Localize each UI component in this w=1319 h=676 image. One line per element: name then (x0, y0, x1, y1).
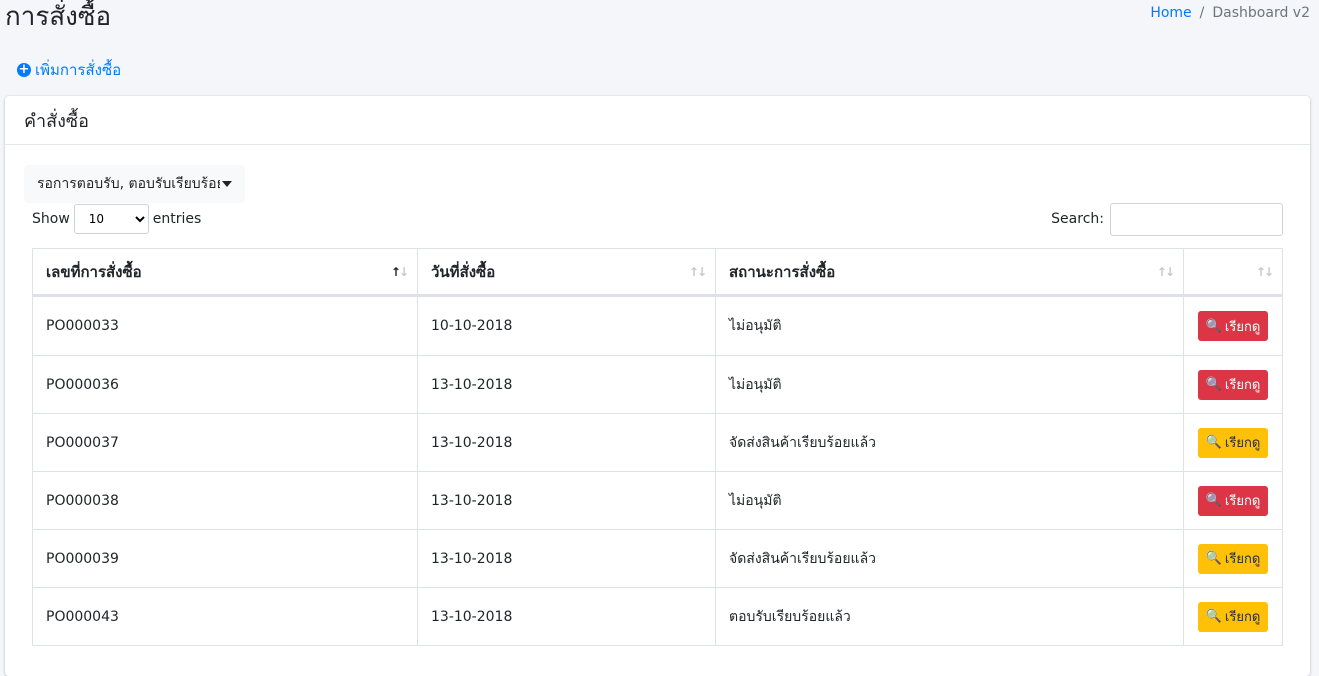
search-icon: 🔍 (1205, 609, 1222, 624)
column-header-status[interactable]: สถานะการสั่งซื้อ ↑↓ (716, 249, 1184, 297)
status-filter-dropdown[interactable]: รอการตอบรับ, ตอบรับเรียบร้อยแล้ว (24, 165, 245, 203)
order-status: ไม่อนุมัติ (716, 297, 1184, 355)
po-number: PO000037 (33, 413, 418, 471)
order-status: ไม่อนุมัติ (716, 471, 1184, 529)
status-filter-label: รอการตอบรับ, ตอบรับเรียบร้อยแล้ว (37, 176, 220, 192)
search-icon: 🔍 (1205, 318, 1222, 334)
view-button-label: เรียกดู (1224, 319, 1261, 335)
entries-label: entries (152, 211, 202, 227)
column-header-date[interactable]: วันที่สั่งซื้อ ↑↓ (418, 249, 716, 297)
table-row: PO000039 13-10-2018 จัดส่งสินค้าเรียบร้อ… (33, 529, 1282, 587)
show-label: Show (32, 211, 70, 227)
table-row: PO000043 13-10-2018 ตอบรับเรียบร้อยแล้ว … (33, 587, 1282, 645)
search-label: Search: (1051, 211, 1104, 227)
po-number: PO000039 (33, 529, 418, 587)
column-label: สถานะการสั่งซื้อ (729, 262, 836, 281)
table-row: PO000033 10-10-2018 ไม่อนุมัติ 🔍 เรียกดู (33, 297, 1282, 355)
view-button[interactable]: 🔍 เรียกดู (1197, 311, 1269, 341)
view-button[interactable]: 🔍 เรียกดู (1197, 601, 1269, 632)
view-button-label: เรียกดู (1224, 610, 1261, 625)
breadcrumb-separator: / (1199, 5, 1205, 21)
search-icon: 🔍 (1205, 377, 1222, 392)
search-icon: 🔍 (1205, 493, 1222, 508)
po-number: PO000036 (33, 355, 418, 413)
orders-card: คำสั่งซื้อ รอการตอบรับ, ตอบรับเรียบร้อยแ… (5, 96, 1310, 676)
order-status: ไม่อนุมัติ (716, 355, 1184, 413)
order-date: 10-10-2018 (418, 297, 716, 355)
breadcrumb: Home / Dashboard v2 (1150, 5, 1310, 21)
add-order-label: เพิ่มการสั่งซื้อ (35, 61, 122, 79)
order-date: 13-10-2018 (418, 471, 716, 529)
sort-icon: ↑↓ (1156, 265, 1175, 279)
view-button-label: เรียกดู (1224, 378, 1261, 393)
order-date: 13-10-2018 (418, 355, 716, 413)
table-row: PO000036 13-10-2018 ไม่อนุมัติ 🔍 เรียกดู (33, 355, 1282, 413)
table-row: PO000038 13-10-2018 ไม่อนุมัติ 🔍 เรียกดู (33, 471, 1282, 529)
view-button-label: เรียกดู (1224, 494, 1261, 509)
order-status: จัดส่งสินค้าเรียบร้อยแล้ว (716, 529, 1184, 587)
breadcrumb-current: Dashboard v2 (1212, 5, 1310, 21)
card-title: คำสั่งซื้อ (5, 96, 1310, 145)
order-date: 13-10-2018 (418, 413, 716, 471)
page-title: การสั่งซื้อ (5, 2, 112, 32)
view-button[interactable]: 🔍 เรียกดู (1197, 485, 1269, 516)
table-row: PO000037 13-10-2018 จัดส่งสินค้าเรียบร้อ… (33, 413, 1282, 471)
orders-table: เลขที่การสั่งซื้อ ↑↓ วันที่สั่งซื้อ ↑↓ ส… (32, 248, 1283, 646)
search-box: Search: (1051, 202, 1283, 236)
po-number: PO000038 (33, 471, 418, 529)
view-button-label: เรียกดู (1224, 552, 1261, 567)
order-date: 13-10-2018 (418, 529, 716, 587)
view-button[interactable]: 🔍 เรียกดู (1197, 543, 1269, 574)
order-status: ตอบรับเรียบร้อยแล้ว (716, 587, 1184, 645)
column-label: วันที่สั่งซื้อ (431, 262, 496, 281)
sort-icon: ↑↓ (688, 265, 707, 279)
plus-circle-icon: + (17, 62, 31, 77)
sort-icon: ↑↓ (1255, 265, 1274, 279)
view-button-label: เรียกดู (1224, 436, 1261, 451)
caret-down-icon (222, 181, 232, 187)
order-date: 13-10-2018 (418, 587, 716, 645)
view-button[interactable]: 🔍 เรียกดู (1197, 369, 1269, 400)
column-label: เลขที่การสั่งซื้อ (46, 262, 142, 281)
search-icon: 🔍 (1205, 551, 1222, 566)
po-number: PO000033 (33, 297, 418, 355)
po-number: PO000043 (33, 587, 418, 645)
show-entries: Show 10 entries (32, 203, 201, 235)
add-order-link[interactable]: + เพิ่มการสั่งซื้อ (17, 58, 121, 82)
sort-icon: ↑↓ (390, 265, 409, 279)
entries-select[interactable]: 10 (73, 204, 149, 234)
search-icon: 🔍 (1205, 435, 1222, 450)
breadcrumb-home-link[interactable]: Home (1150, 5, 1191, 21)
view-button[interactable]: 🔍 เรียกดู (1197, 427, 1269, 458)
order-status: จัดส่งสินค้าเรียบร้อยแล้ว (716, 413, 1184, 471)
search-input[interactable] (1110, 202, 1283, 236)
column-header-po[interactable]: เลขที่การสั่งซื้อ ↑↓ (33, 249, 418, 297)
column-header-action[interactable]: ↑↓ (1184, 249, 1282, 297)
